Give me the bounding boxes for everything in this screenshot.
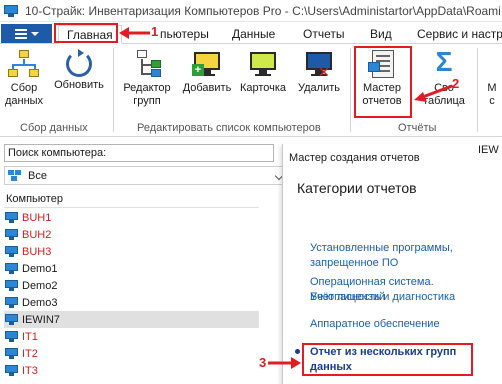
callout-1: 1 (151, 24, 159, 39)
arrow-2-icon (414, 84, 453, 102)
annotation-overlay (119, 27, 453, 369)
arrow-1-icon (119, 27, 150, 39)
arrow-3-icon (268, 357, 301, 369)
callout-2: 2 (452, 76, 460, 91)
callout-3: 3 (259, 355, 267, 370)
